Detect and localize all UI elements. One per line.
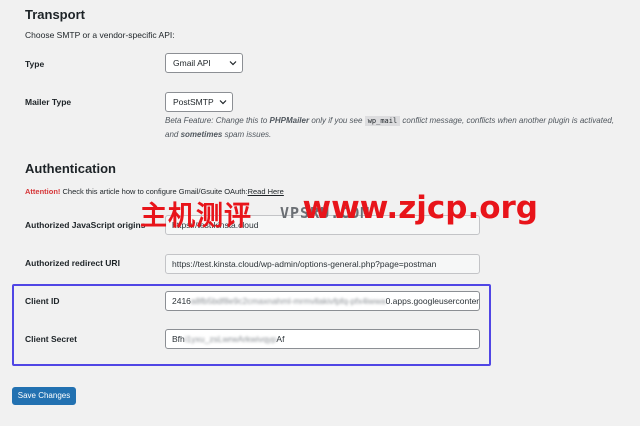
sometimes-text: sometimes [180, 130, 223, 139]
mailer-type-label: Mailer Type [25, 97, 72, 107]
attention-label: Attention! [25, 187, 61, 196]
transport-description: Choose SMTP or a vendor-specific API: [25, 30, 175, 40]
client-id-label: Client ID [25, 296, 60, 306]
client-secret-field[interactable]: Bfhi1yxu_zsLwrwArkwivqypAf [165, 329, 480, 349]
client-id-suffix: 0.apps.googleusercontent.c [385, 296, 480, 306]
client-secret-prefix: Bfh [172, 334, 185, 344]
redirect-uri-label: Authorized redirect URI [25, 258, 120, 268]
watermark-url-text: www.zjcp.org [302, 190, 539, 226]
client-id-blurred: a8fb5bdf8e9c2cmaxnahml-mrmvllakivfpfq-pf… [190, 296, 386, 306]
beta-feature-note: Beta Feature: Change this to PHPMailer o… [165, 114, 620, 141]
watermark-cn-text: 主机测评 [140, 201, 252, 232]
beta-note-text: spam issues. [222, 130, 272, 139]
phpmailer-text: PHPMailer [269, 116, 310, 125]
client-id-prefix: 2416 [172, 296, 191, 306]
save-changes-button[interactable]: Save Changes [12, 387, 76, 405]
beta-note-text: Beta Feature: Change this to [165, 116, 270, 125]
beta-note-text: only if you see [309, 116, 365, 125]
client-secret-label: Client Secret [25, 334, 77, 344]
wp-mail-code: wp_mail [364, 116, 401, 126]
redirect-uri-field[interactable]: https://test.kinsta.cloud/wp-admin/optio… [165, 254, 480, 274]
type-select[interactable]: Gmail API [165, 53, 243, 73]
mailer-type-select[interactable]: PostSMTP [165, 92, 233, 112]
client-secret-suffix: Af [276, 334, 285, 344]
client-secret-blurred: i1yxu_zsLwrwArkwivqyp [184, 334, 277, 344]
type-select-value: Gmail API [173, 58, 211, 68]
js-origins-label: Authorized JavaScript origins [25, 220, 146, 230]
client-id-field[interactable]: 2416a8fb5bdf8e9c2cmaxnahml-mrmvllakivfpf… [165, 291, 480, 311]
mailer-type-select-value: PostSMTP [173, 97, 214, 107]
authentication-heading: Authentication [25, 161, 116, 176]
transport-heading: Transport [25, 7, 85, 22]
chevron-down-icon [219, 100, 227, 105]
chevron-down-icon [229, 61, 237, 66]
type-label: Type [25, 59, 45, 69]
